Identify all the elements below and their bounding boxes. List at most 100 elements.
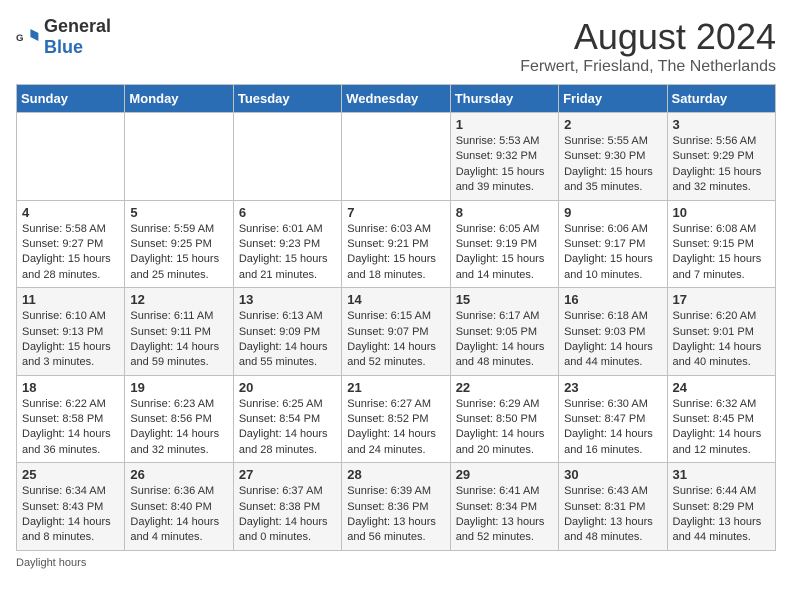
cell-info: Sunrise: 6:03 AM Sunset: 9:21 PM Dayligh… — [347, 222, 444, 284]
day-number: 18 — [22, 380, 119, 395]
calendar-cell: 6 Sunrise: 6:01 AM Sunset: 9:23 PM Daylig… — [233, 200, 341, 288]
day-number: 20 — [239, 380, 336, 395]
calendar-cell: 9 Sunrise: 6:06 AM Sunset: 9:17 PM Daylig… — [559, 200, 667, 288]
cell-info: Sunrise: 6:44 AM Sunset: 8:29 PM Dayligh… — [673, 484, 770, 546]
calendar-cell: 15Sunrise: 6:17 AM Sunset: 9:05 PM Dayli… — [450, 288, 558, 376]
calendar-cell: 20 Sunrise: 6:25 AM Sunset: 8:54 PM Dayli… — [233, 375, 341, 463]
day-number: 31 — [673, 467, 770, 482]
calendar-cell: 25 Sunrise: 6:34 AM Sunset: 8:43 PM Dayli… — [17, 463, 125, 551]
day-number: 3 — [673, 117, 770, 132]
day-header-tuesday: Tuesday — [233, 85, 341, 113]
calendar-cell: 16 Sunrise: 6:18 AM Sunset: 9:03 PM Dayli… — [559, 288, 667, 376]
cell-info: Sunrise: 6:06 AM Sunset: 9:17 PM Dayligh… — [564, 222, 661, 284]
calendar-cell: 17 Sunrise: 6:20 AM Sunset: 9:01 PM Dayli… — [667, 288, 775, 376]
calendar-cell: 8Sunrise: 6:05 AM Sunset: 9:19 PM Daylig… — [450, 200, 558, 288]
calendar-cell: 5Sunrise: 5:59 AM Sunset: 9:25 PM Daylig… — [125, 200, 233, 288]
header: G General Blue August 2024 Ferwert, Frie… — [16, 16, 776, 76]
day-number: 27 — [239, 467, 336, 482]
cell-info: Sunrise: 5:55 AM Sunset: 9:30 PM Dayligh… — [564, 134, 661, 196]
calendar-table: SundayMondayTuesdayWednesdayThursdayFrid… — [16, 84, 776, 551]
calendar-cell: 12Sunrise: 6:11 AM Sunset: 9:11 PM Dayli… — [125, 288, 233, 376]
day-number: 10 — [673, 205, 770, 220]
calendar-week-row: 18 Sunrise: 6:22 AM Sunset: 8:58 PM Dayli… — [17, 375, 776, 463]
logo: G General Blue — [16, 16, 111, 58]
calendar-header-row: SundayMondayTuesdayWednesdayThursdayFrid… — [17, 85, 776, 113]
day-number: 17 — [673, 292, 770, 307]
cell-info: Sunrise: 6:18 AM Sunset: 9:03 PM Dayligh… — [564, 309, 661, 371]
calendar-cell: 14Sunrise: 6:15 AM Sunset: 9:07 PM Dayli… — [342, 288, 450, 376]
day-number: 28 — [347, 467, 444, 482]
cell-info: Sunrise: 6:43 AM Sunset: 8:31 PM Dayligh… — [564, 484, 661, 546]
cell-info: Sunrise: 6:13 AM Sunset: 9:09 PM Dayligh… — [239, 309, 336, 371]
cell-info: Sunrise: 6:11 AM Sunset: 9:11 PM Dayligh… — [130, 309, 227, 371]
calendar-cell: 28 Sunrise: 6:39 AM Sunset: 8:36 PM Dayli… — [342, 463, 450, 551]
day-number: 9 — [564, 205, 661, 220]
calendar-week-row: 4Sunrise: 5:58 AM Sunset: 9:27 PM Daylig… — [17, 200, 776, 288]
calendar-cell: 2 Sunrise: 5:55 AM Sunset: 9:30 PM Daylig… — [559, 113, 667, 201]
calendar-week-row: 1Sunrise: 5:53 AM Sunset: 9:32 PM Daylig… — [17, 113, 776, 201]
calendar-cell: 30 Sunrise: 6:43 AM Sunset: 8:31 PM Dayli… — [559, 463, 667, 551]
cell-info: Sunrise: 6:20 AM Sunset: 9:01 PM Dayligh… — [673, 309, 770, 371]
calendar-cell: 29 Sunrise: 6:41 AM Sunset: 8:34 PM Dayli… — [450, 463, 558, 551]
day-number: 25 — [22, 467, 119, 482]
calendar-week-row: 25 Sunrise: 6:34 AM Sunset: 8:43 PM Dayli… — [17, 463, 776, 551]
cell-info: Sunrise: 6:41 AM Sunset: 8:34 PM Dayligh… — [456, 484, 553, 546]
calendar-cell: 24Sunrise: 6:32 AM Sunset: 8:45 PM Dayli… — [667, 375, 775, 463]
day-header-saturday: Saturday — [667, 85, 775, 113]
cell-info: Sunrise: 6:36 AM Sunset: 8:40 PM Dayligh… — [130, 484, 227, 546]
cell-info: Sunrise: 6:01 AM Sunset: 9:23 PM Dayligh… — [239, 222, 336, 284]
calendar-cell: 19Sunrise: 6:23 AM Sunset: 8:56 PM Dayli… — [125, 375, 233, 463]
day-number: 30 — [564, 467, 661, 482]
calendar-cell: 13Sunrise: 6:13 AM Sunset: 9:09 PM Dayli… — [233, 288, 341, 376]
day-header-thursday: Thursday — [450, 85, 558, 113]
cell-info: Sunrise: 6:08 AM Sunset: 9:15 PM Dayligh… — [673, 222, 770, 284]
day-number: 24 — [673, 380, 770, 395]
logo-wordmark: General Blue — [44, 16, 111, 58]
calendar-cell: 3Sunrise: 5:56 AM Sunset: 9:29 PM Daylig… — [667, 113, 775, 201]
cell-info: Sunrise: 6:30 AM Sunset: 8:47 PM Dayligh… — [564, 397, 661, 459]
logo-blue: Blue — [44, 37, 83, 57]
cell-info: Sunrise: 6:22 AM Sunset: 8:58 PM Dayligh… — [22, 397, 119, 459]
cell-info: Sunrise: 6:17 AM Sunset: 9:05 PM Dayligh… — [456, 309, 553, 371]
day-number: 8 — [456, 205, 553, 220]
calendar-cell: 26 Sunrise: 6:36 AM Sunset: 8:40 PM Dayli… — [125, 463, 233, 551]
day-number: 1 — [456, 117, 553, 132]
calendar-cell — [17, 113, 125, 201]
day-header-monday: Monday — [125, 85, 233, 113]
day-number: 2 — [564, 117, 661, 132]
day-number: 26 — [130, 467, 227, 482]
cell-info: Sunrise: 6:37 AM Sunset: 8:38 PM Dayligh… — [239, 484, 336, 546]
calendar-cell: 18 Sunrise: 6:22 AM Sunset: 8:58 PM Dayli… — [17, 375, 125, 463]
svg-text:G: G — [16, 33, 23, 44]
cell-info: Sunrise: 6:25 AM Sunset: 8:54 PM Dayligh… — [239, 397, 336, 459]
calendar-cell: 23Sunrise: 6:30 AM Sunset: 8:47 PM Dayli… — [559, 375, 667, 463]
calendar-cell — [125, 113, 233, 201]
day-number: 29 — [456, 467, 553, 482]
calendar-cell: 21 Sunrise: 6:27 AM Sunset: 8:52 PM Dayli… — [342, 375, 450, 463]
day-header-wednesday: Wednesday — [342, 85, 450, 113]
cell-info: Sunrise: 6:27 AM Sunset: 8:52 PM Dayligh… — [347, 397, 444, 459]
calendar-cell — [342, 113, 450, 201]
cell-info: Sunrise: 6:10 AM Sunset: 9:13 PM Dayligh… — [22, 309, 119, 371]
daylight-label: Daylight hours — [16, 557, 86, 569]
day-number: 7 — [347, 205, 444, 220]
cell-info: Sunrise: 6:29 AM Sunset: 8:50 PM Dayligh… — [456, 397, 553, 459]
day-number: 22 — [456, 380, 553, 395]
cell-info: Sunrise: 6:34 AM Sunset: 8:43 PM Dayligh… — [22, 484, 119, 546]
day-number: 16 — [564, 292, 661, 307]
day-header-friday: Friday — [559, 85, 667, 113]
day-number: 21 — [347, 380, 444, 395]
cell-info: Sunrise: 6:39 AM Sunset: 8:36 PM Dayligh… — [347, 484, 444, 546]
day-number: 4 — [22, 205, 119, 220]
calendar-cell: 27 Sunrise: 6:37 AM Sunset: 8:38 PM Dayli… — [233, 463, 341, 551]
logo-general: General — [44, 16, 111, 36]
calendar-week-row: 11Sunrise: 6:10 AM Sunset: 9:13 PM Dayli… — [17, 288, 776, 376]
day-header-sunday: Sunday — [17, 85, 125, 113]
day-number: 6 — [239, 205, 336, 220]
calendar-cell: 7 Sunrise: 6:03 AM Sunset: 9:21 PM Daylig… — [342, 200, 450, 288]
logo-icon: G — [16, 25, 40, 49]
month-title: August 2024 — [520, 16, 776, 58]
calendar-cell: 11Sunrise: 6:10 AM Sunset: 9:13 PM Dayli… — [17, 288, 125, 376]
cell-info: Sunrise: 6:15 AM Sunset: 9:07 PM Dayligh… — [347, 309, 444, 371]
cell-info: Sunrise: 6:23 AM Sunset: 8:56 PM Dayligh… — [130, 397, 227, 459]
